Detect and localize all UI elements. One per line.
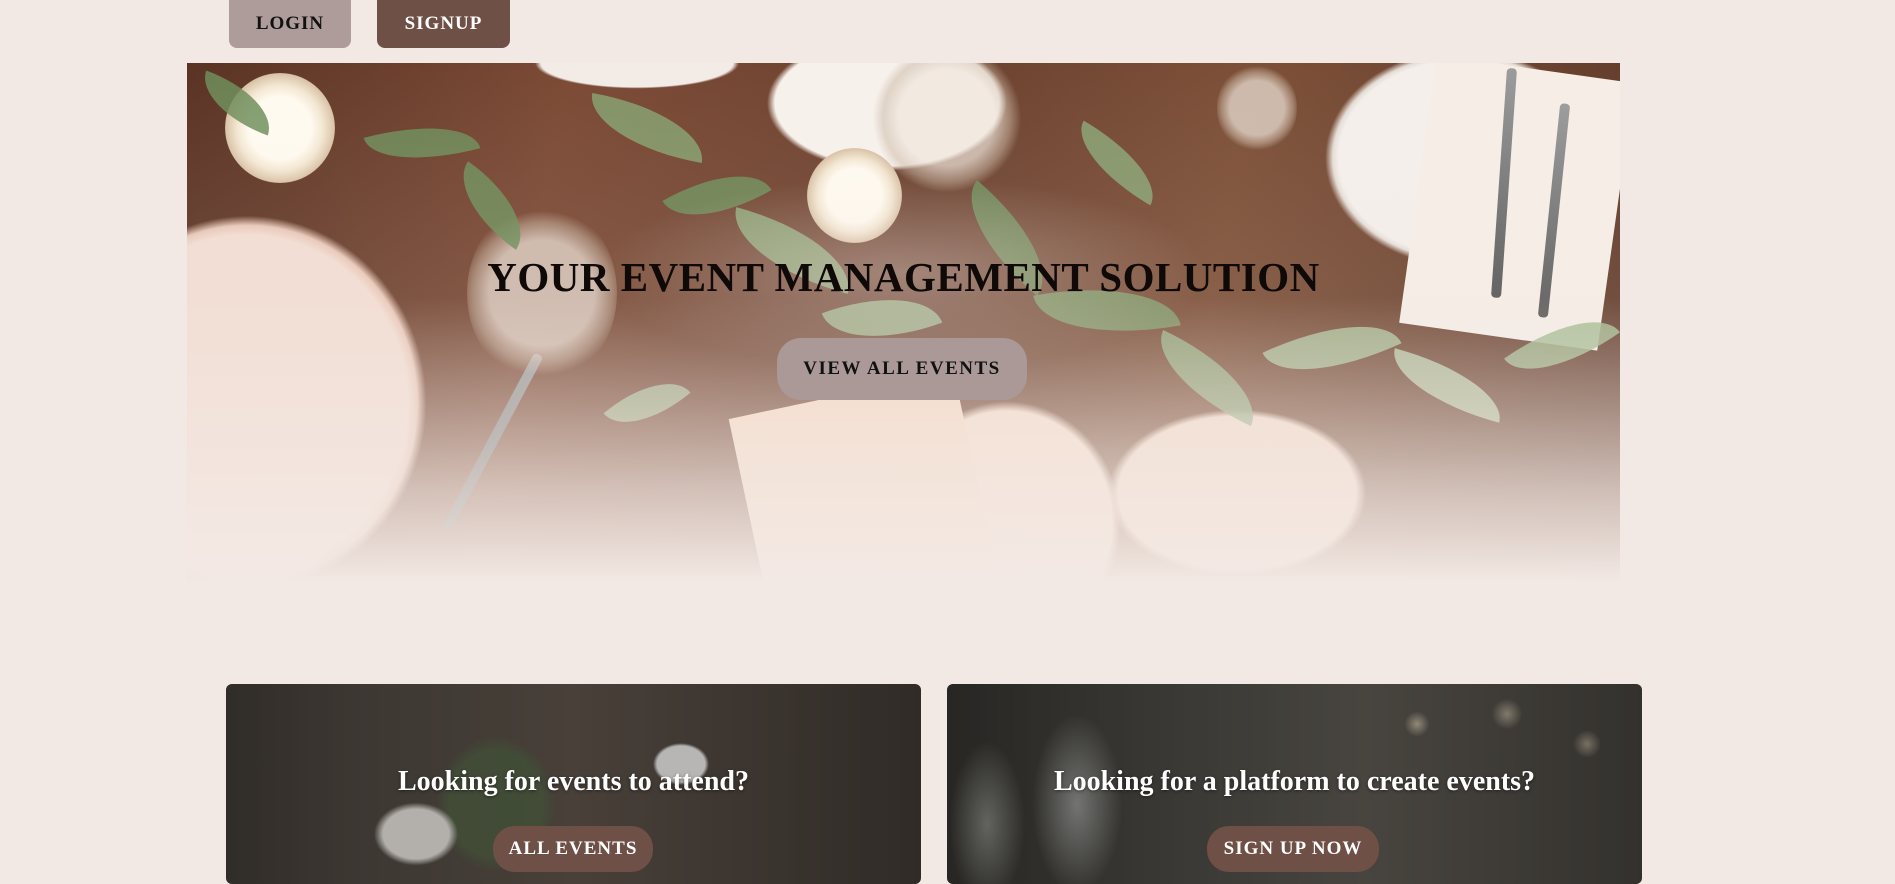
login-button[interactable]: LOGIN bbox=[229, 0, 351, 48]
top-nav: LOGIN SIGNUP bbox=[229, 0, 510, 48]
hero-gradient-fade bbox=[187, 63, 1620, 583]
signup-button[interactable]: SIGNUP bbox=[377, 0, 510, 48]
view-all-events-button[interactable]: VIEW ALL EVENTS bbox=[777, 338, 1027, 400]
hero-title: YOUR EVENT MANAGEMENT SOLUTION bbox=[487, 254, 1320, 300]
create-events-card: Looking for a platform to create events?… bbox=[947, 684, 1642, 884]
sign-up-now-button[interactable]: SIGN UP NOW bbox=[1207, 826, 1379, 872]
hero-banner: YOUR EVENT MANAGEMENT SOLUTION VIEW ALL … bbox=[187, 63, 1620, 583]
all-events-button[interactable]: ALL EVENTS bbox=[493, 826, 653, 872]
card-title: Looking for a platform to create events? bbox=[1053, 766, 1536, 797]
card-title: Looking for events to attend? bbox=[397, 766, 750, 797]
attend-events-card: Looking for events to attend? ALL EVENTS bbox=[226, 684, 921, 884]
